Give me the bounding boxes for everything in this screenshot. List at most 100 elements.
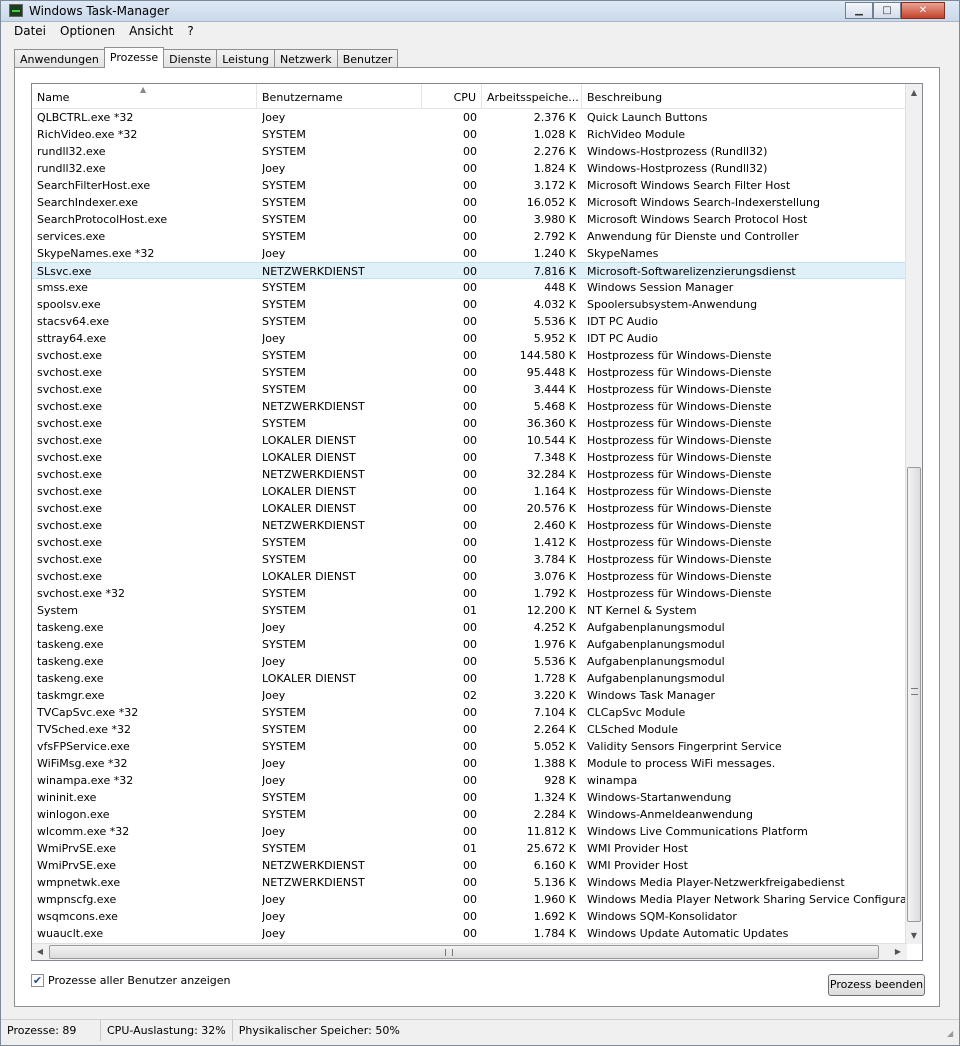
title-bar[interactable]: Windows Task-Manager ▁ □ ✕ xyxy=(1,1,959,22)
process-row[interactable]: WiFiMsg.exe *32 Joey 00 1.388 K Module to pr… xyxy=(32,755,907,772)
minimize-button[interactable]: ▁ xyxy=(845,2,873,19)
process-row[interactable]: SearchFilterHost.exe SYSTEM 00 3.172 K Micro… xyxy=(32,177,907,194)
process-user: NETZWERKDIENST xyxy=(262,519,365,532)
column-header-name[interactable]: ▲ Name xyxy=(32,84,257,109)
process-row[interactable]: SLsvc.exe NETZWERKDIENST 00 7.816 K Microsof… xyxy=(32,262,907,279)
process-row[interactable]: TVSched.exe *32 SYSTEM 00 2.264 K CLSched Mo… xyxy=(32,721,907,738)
process-cpu: 00 xyxy=(463,196,477,209)
process-row[interactable]: winlogon.exe SYSTEM 00 2.284 K Windows-Anmel… xyxy=(32,806,907,823)
tab-anwendungen[interactable]: Anwendungen xyxy=(14,49,105,69)
process-row[interactable]: svchost.exe LOKALER DIENST 00 3.076 K Hostpr… xyxy=(32,568,907,585)
process-row[interactable]: taskeng.exe Joey 00 4.252 K Aufgabenplanungs… xyxy=(32,619,907,636)
process-row[interactable]: wuauclt.exe Joey 00 1.784 K Windows Update A… xyxy=(32,925,907,942)
process-row[interactable]: taskeng.exe SYSTEM 00 1.976 K Aufgabenplanun… xyxy=(32,636,907,653)
process-row[interactable]: taskeng.exe Joey 00 5.536 K Aufgabenplanungs… xyxy=(32,653,907,670)
process-memory: 12.200 K xyxy=(526,604,576,617)
process-description: Hostprozess für Windows-Dienste xyxy=(587,570,772,583)
process-row[interactable]: svchost.exe NETZWERKDIENST 00 5.468 K Hostpr… xyxy=(32,398,907,415)
close-button[interactable]: ✕ xyxy=(901,2,945,19)
process-row[interactable]: wsqmcons.exe Joey 00 1.692 K Windows SQM-Kon… xyxy=(32,908,907,925)
process-row[interactable]: RichVideo.exe *32 SYSTEM 00 1.028 K RichVide… xyxy=(32,126,907,143)
scroll-down-arrow-icon[interactable]: ▼ xyxy=(906,927,922,944)
menu-help[interactable]: ? xyxy=(180,22,200,40)
process-user: SYSTEM xyxy=(262,417,306,430)
process-row[interactable]: taskeng.exe LOKALER DIENST 00 1.728 K Aufgab… xyxy=(32,670,907,687)
process-row[interactable]: svchost.exe LOKALER DIENST 00 10.544 K Hostp… xyxy=(32,432,907,449)
tab-benutzer[interactable]: Benutzer xyxy=(336,49,399,69)
tab-prozesse[interactable]: Prozesse xyxy=(103,47,165,68)
process-name: SearchProtocolHost.exe xyxy=(37,213,168,226)
column-header-cpu[interactable]: CPU xyxy=(422,84,482,109)
process-user: Joey xyxy=(262,162,286,175)
process-row[interactable]: wmpnscfg.exe Joey 00 1.960 K Windows Media P… xyxy=(32,891,907,908)
process-row[interactable]: wmpnetwk.exe NETZWERKDIENST 00 5.136 K Windo… xyxy=(32,874,907,891)
scroll-left-arrow-icon[interactable]: ◀ xyxy=(32,944,48,960)
process-description: Windows Media Player Network Sharing Ser… xyxy=(587,893,907,906)
process-row[interactable]: spoolsv.exe SYSTEM 00 4.032 K Spoolersubsyst… xyxy=(32,296,907,313)
process-row[interactable]: SearchIndexer.exe SYSTEM 00 16.052 K Microso… xyxy=(32,194,907,211)
process-row[interactable]: svchost.exe *32 SYSTEM 00 1.792 K Hostprozes… xyxy=(32,585,907,602)
process-row[interactable]: svchost.exe LOKALER DIENST 00 7.348 K Hostpr… xyxy=(32,449,907,466)
process-memory: 10.544 K xyxy=(526,434,576,447)
process-row[interactable]: WmiPrvSE.exe SYSTEM 01 25.672 K WMI Provider… xyxy=(32,840,907,857)
show-all-users-option[interactable]: ✔ Prozesse aller Benutzer anzeigen xyxy=(31,974,231,987)
menu-ansicht[interactable]: Ansicht xyxy=(122,22,180,40)
menu-datei[interactable]: Datei xyxy=(7,22,53,40)
scroll-right-arrow-icon[interactable]: ▶ xyxy=(890,944,906,960)
vertical-scrollbar[interactable]: ▲ ▼ xyxy=(905,84,922,944)
tab-netzwerk[interactable]: Netzwerk xyxy=(273,49,338,69)
tab-leistung[interactable]: Leistung xyxy=(216,49,275,69)
process-row[interactable]: svchost.exe SYSTEM 00 144.580 K Hostprozess … xyxy=(32,347,907,364)
process-row[interactable]: smss.exe SYSTEM 00 448 K Windows Session Man… xyxy=(32,279,907,296)
resize-grip-icon[interactable]: ◢ xyxy=(947,1029,957,1039)
process-name: taskmgr.exe xyxy=(37,689,105,702)
process-user: Joey xyxy=(262,757,286,770)
process-row[interactable]: wlcomm.exe *32 Joey 00 11.812 K Windows Live… xyxy=(32,823,907,840)
process-row[interactable]: winampa.exe *32 Joey 00 928 K winampa xyxy=(32,772,907,789)
process-row[interactable]: TVCapSvc.exe *32 SYSTEM 00 7.104 K CLCapSvc … xyxy=(32,704,907,721)
process-description: Hostprozess für Windows-Dienste xyxy=(587,519,772,532)
column-header-memory[interactable]: Arbeitsspeiche... xyxy=(482,84,582,109)
process-row[interactable]: sttray64.exe Joey 00 5.952 K IDT PC Audio xyxy=(32,330,907,347)
end-process-button[interactable]: Prozess beenden xyxy=(828,974,925,996)
process-row[interactable]: svchost.exe LOKALER DIENST 00 1.164 K Hostpr… xyxy=(32,483,907,500)
process-row[interactable]: WmiPrvSE.exe NETZWERKDIENST 00 6.160 K WMI P… xyxy=(32,857,907,874)
process-row[interactable]: vfsFPService.exe SYSTEM 00 5.052 K Validity … xyxy=(32,738,907,755)
process-row[interactable]: rundll32.exe SYSTEM 00 2.276 K Windows-Hostp… xyxy=(32,143,907,160)
vertical-scroll-thumb[interactable] xyxy=(907,467,921,922)
column-header-user[interactable]: Benutzername xyxy=(257,84,422,109)
tab-dienste[interactable]: Dienste xyxy=(163,49,218,69)
process-row[interactable]: services.exe SYSTEM 00 2.792 K Anwendung für… xyxy=(32,228,907,245)
column-header-description[interactable]: Beschreibung xyxy=(582,84,907,109)
process-row[interactable]: taskmgr.exe Joey 02 3.220 K Windows Task Man… xyxy=(32,687,907,704)
process-row[interactable]: stacsv64.exe SYSTEM 00 5.536 K IDT PC Audio xyxy=(32,313,907,330)
task-manager-window: Windows Task-Manager ▁ □ ✕ Datei Optione… xyxy=(0,0,960,1046)
process-row[interactable]: svchost.exe SYSTEM 00 3.444 K Hostprozess fü… xyxy=(32,381,907,398)
process-row[interactable]: svchost.exe SYSTEM 00 36.360 K Hostprozess f… xyxy=(32,415,907,432)
process-list[interactable]: ▲ Name Benutzername CPU Arbeitsspeiche..… xyxy=(31,83,923,961)
show-all-users-checkbox[interactable]: ✔ xyxy=(31,974,44,987)
process-user: SYSTEM xyxy=(262,315,306,328)
process-row[interactable]: QLBCTRL.exe *32 Joey 00 2.376 K Quick Launch… xyxy=(32,109,907,126)
process-row[interactable]: svchost.exe LOKALER DIENST 00 20.576 K Hostp… xyxy=(32,500,907,517)
menu-optionen[interactable]: Optionen xyxy=(53,22,122,40)
process-row[interactable]: svchost.exe SYSTEM 00 95.448 K Hostprozess f… xyxy=(32,364,907,381)
process-row[interactable]: svchost.exe NETZWERKDIENST 00 2.460 K Hostpr… xyxy=(32,517,907,534)
column-header-name-label: Name xyxy=(37,91,70,104)
maximize-button[interactable]: □ xyxy=(873,2,901,19)
horizontal-scroll-thumb[interactable] xyxy=(49,945,879,959)
process-row[interactable]: System SYSTEM 01 12.200 K NT Kernel & System xyxy=(32,602,907,619)
process-user: Joey xyxy=(262,825,286,838)
process-row[interactable]: SkypeNames.exe *32 Joey 00 1.240 K SkypeName… xyxy=(32,245,907,262)
process-cpu: 00 xyxy=(463,893,477,906)
process-memory: 3.784 K xyxy=(533,553,576,566)
process-row[interactable]: wininit.exe SYSTEM 00 1.324 K Windows-Starta… xyxy=(32,789,907,806)
process-row[interactable]: svchost.exe SYSTEM 00 3.784 K Hostprozess fü… xyxy=(32,551,907,568)
process-row[interactable]: rundll32.exe Joey 00 1.824 K Windows-Hostpro… xyxy=(32,160,907,177)
horizontal-scrollbar[interactable]: ◀ ▶ xyxy=(32,943,907,960)
scroll-up-arrow-icon[interactable]: ▲ xyxy=(906,84,922,101)
process-row[interactable]: SearchProtocolHost.exe SYSTEM 00 3.980 K Mic… xyxy=(32,211,907,228)
process-row[interactable]: svchost.exe SYSTEM 00 1.412 K Hostprozess fü… xyxy=(32,534,907,551)
process-description: Microsoft Windows Search Filter Host xyxy=(587,179,791,192)
process-row[interactable]: svchost.exe NETZWERKDIENST 00 32.284 K Hostp… xyxy=(32,466,907,483)
